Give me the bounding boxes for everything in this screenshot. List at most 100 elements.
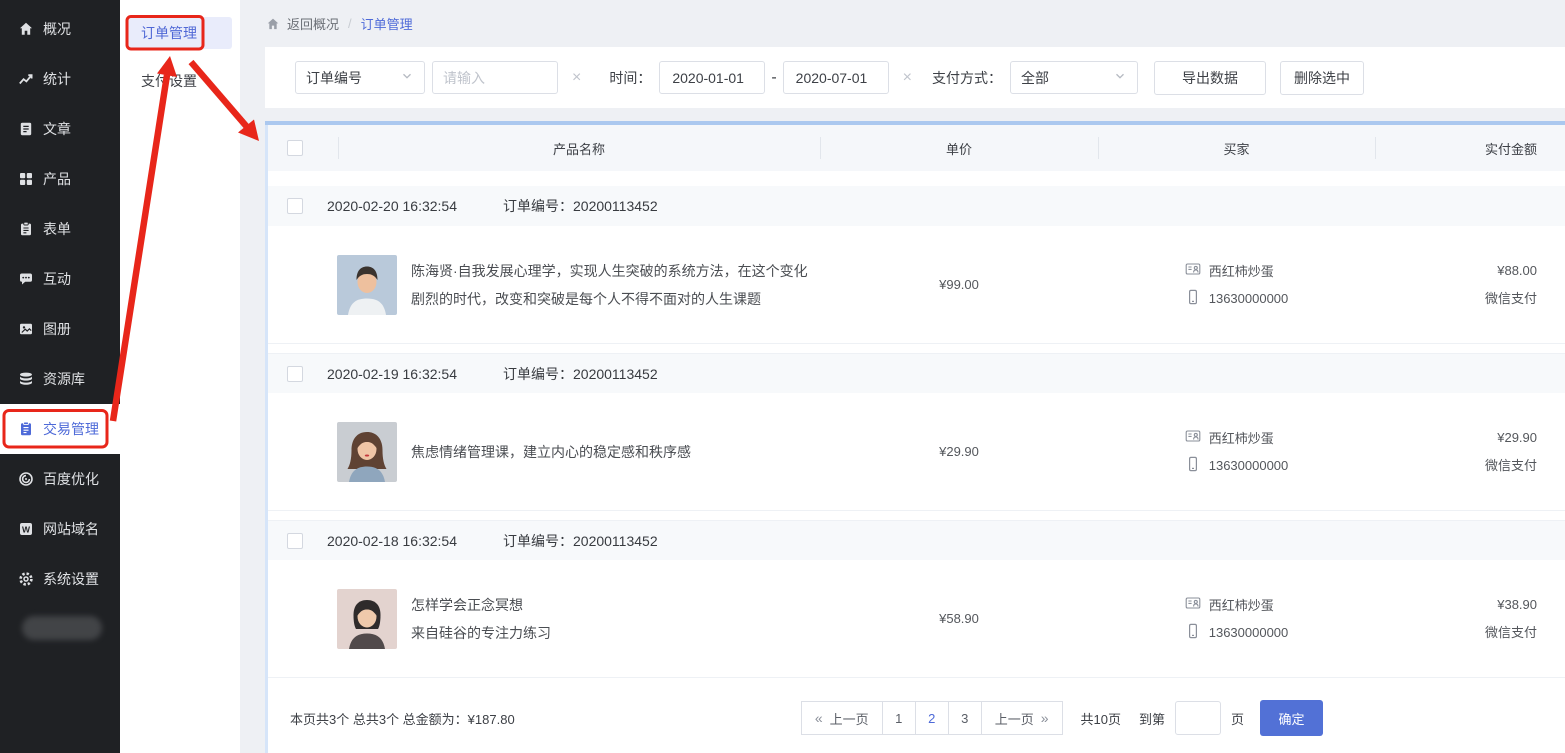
buyer-cell: 西红柿炒蛋 13630000000 <box>1098 595 1375 642</box>
sidebar-item-articles[interactable]: 文章 <box>0 104 120 154</box>
date-from-field <box>659 61 765 94</box>
breadcrumb-back-link[interactable]: 返回概况 <box>287 14 339 33</box>
spacer <box>265 511 1565 520</box>
baidu-seo-icon <box>18 471 34 487</box>
date-from-input[interactable] <box>672 70 752 86</box>
form-icon <box>18 221 34 237</box>
sidebar-item-products[interactable]: 产品 <box>0 154 120 204</box>
table-row: 陈海贤·自我发展心理学，实现人生突破的系统方法，在这个变化剧烈的时代，改变和突破… <box>265 226 1565 344</box>
date-range-dash: - <box>771 69 776 87</box>
main-content: 返回概况 / 订单管理 订单编号 × 时间： - × 支付方式： <box>240 0 1565 753</box>
confirm-button[interactable]: 确定 <box>1260 700 1323 736</box>
order-group-header: 2020-02-19 16:32:54 订单编号：20200113452 <box>265 353 1565 393</box>
submenu-item-order-management[interactable]: 订单管理 <box>128 17 232 49</box>
resource-library-icon <box>18 371 34 387</box>
double-chevron-left-icon: « <box>815 710 823 726</box>
search-keyword-field <box>432 61 558 94</box>
payment-method-select[interactable]: 全部 <box>1010 61 1138 94</box>
sidebar-item-label: 产品 <box>43 169 71 189</box>
product-title: 陈海贤·自我发展心理学，实现人生突破的系统方法，在这个变化剧烈的时代，改变和突破… <box>411 257 820 313</box>
spacer <box>240 108 1565 121</box>
buyer-phone: 13630000000 <box>1209 625 1289 640</box>
prev-page-label: 上一页 <box>830 709 869 728</box>
sidebar-item-resource-library[interactable]: 资源库 <box>0 354 120 404</box>
delete-selected-button[interactable]: 删除选中 <box>1280 61 1364 95</box>
id-card-icon <box>1185 428 1201 447</box>
gallery-icon <box>18 321 34 337</box>
sidebar-item-label: 交易管理 <box>43 419 99 439</box>
site-domain-icon: W <box>18 521 34 537</box>
sidebar-item-stats[interactable]: 统计 <box>0 54 120 104</box>
spacer <box>265 171 1565 186</box>
page-number-2-current[interactable]: 2 <box>915 701 949 735</box>
order-number: 订单编号：20200113452 <box>503 531 658 551</box>
phone-icon <box>1185 623 1201 642</box>
order-group-header: 2020-02-20 16:32:54 订单编号：20200113452 <box>265 186 1565 226</box>
sidebar-item-trade-management[interactable]: 交易管理 <box>0 404 120 454</box>
search-type-select[interactable]: 订单编号 <box>295 61 425 94</box>
date-to-field <box>783 61 889 94</box>
breadcrumb-current: 订单管理 <box>361 14 413 33</box>
sidebar-item-site-domain[interactable]: W 网站域名 <box>0 504 120 554</box>
paid-amount: ¥88.00 <box>1375 257 1537 285</box>
order-group-header: 2020-02-18 16:32:54 订单编号：20200113452 <box>265 520 1565 560</box>
prev-page-button[interactable]: « 上一页 <box>801 701 883 735</box>
goto-page-input[interactable] <box>1175 701 1221 735</box>
trade-submenu: 订单管理 支付设置 <box>120 0 240 753</box>
table-header-row: 产品名称 单价 买家 实付金额 <box>265 125 1565 171</box>
phone-icon <box>1185 456 1201 475</box>
clear-search-icon[interactable]: × <box>572 70 581 86</box>
clear-date-icon[interactable]: × <box>903 70 912 86</box>
goto-page-unit: 页 <box>1231 709 1244 728</box>
product-title: 怎样学会正念冥想 来自硅谷的专注力练习 <box>411 591 551 647</box>
buyer-name: 西红柿炒蛋 <box>1209 261 1274 280</box>
paid-amount-cell: ¥38.90 微信支付 <box>1375 591 1565 647</box>
sidebar-item-label: 系统设置 <box>43 569 99 589</box>
page-summary: 本页共3个 总共3个 总金额为：¥187.80 <box>290 709 515 728</box>
main-sidebar: 概况 统计 文章 产品 表单 互动 图册 资源库 <box>0 0 120 753</box>
table-row: 怎样学会正念冥想 来自硅谷的专注力练习 ¥58.90 西红柿炒蛋 1363000… <box>265 560 1565 678</box>
paid-amount-cell: ¥29.90 微信支付 <box>1375 424 1565 480</box>
select-all-checkbox[interactable] <box>287 140 303 156</box>
order-checkbox[interactable] <box>287 366 303 382</box>
page-number-1[interactable]: 1 <box>882 701 916 735</box>
id-card-icon <box>1185 261 1201 280</box>
sidebar-item-system-settings[interactable]: 系统设置 <box>0 554 120 604</box>
buyer-phone: 13630000000 <box>1209 291 1289 306</box>
product-cell: 焦虑情绪管理课，建立内心的稳定感和秩序感 <box>265 422 820 482</box>
page-number-3[interactable]: 3 <box>948 701 982 735</box>
sidebar-item-baidu-seo[interactable]: 百度优化 <box>0 454 120 504</box>
sidebar-item-label: 资源库 <box>43 369 85 389</box>
sidebar-item-gallery[interactable]: 图册 <box>0 304 120 354</box>
spacer <box>265 344 1565 353</box>
product-title: 焦虑情绪管理课，建立内心的稳定感和秩序感 <box>411 438 691 466</box>
breadcrumb-separator: / <box>348 16 352 31</box>
table-footer: 本页共3个 总共3个 总金额为：¥187.80 « 上一页 1 2 3 上一页 … <box>265 683 1565 753</box>
payment-method: 微信支付 <box>1375 452 1537 480</box>
sidebar-item-forms[interactable]: 表单 <box>0 204 120 254</box>
select-all-cell <box>265 140 338 156</box>
sidebar-item-label: 文章 <box>43 119 71 139</box>
search-keyword-input[interactable] <box>443 70 547 86</box>
buyer-name: 西红柿炒蛋 <box>1209 428 1274 447</box>
search-type-value: 订单编号 <box>306 68 362 88</box>
sidebar-item-interaction[interactable]: 互动 <box>0 254 120 304</box>
sidebar-item-label: 网站域名 <box>43 519 99 539</box>
sidebar-item-overview[interactable]: 概况 <box>0 4 120 54</box>
date-to-input[interactable] <box>796 70 876 86</box>
submenu-item-label: 支付设置 <box>141 71 197 91</box>
product-image <box>337 422 397 482</box>
next-page-button[interactable]: 上一页 » <box>981 701 1063 735</box>
article-icon <box>18 121 34 137</box>
header-paid-amount: 实付金额 <box>1375 125 1565 171</box>
order-checkbox[interactable] <box>287 533 303 549</box>
home-breadcrumb-icon <box>266 17 280 31</box>
unit-price-cell: ¥29.90 <box>820 444 1098 459</box>
order-checkbox[interactable] <box>287 198 303 214</box>
payment-method: 微信支付 <box>1375 285 1537 313</box>
stats-icon <box>18 71 34 87</box>
home-icon <box>18 21 34 37</box>
export-data-button[interactable]: 导出数据 <box>1154 61 1266 95</box>
submenu-item-payment-settings[interactable]: 支付设置 <box>128 65 232 97</box>
products-icon <box>18 171 34 187</box>
